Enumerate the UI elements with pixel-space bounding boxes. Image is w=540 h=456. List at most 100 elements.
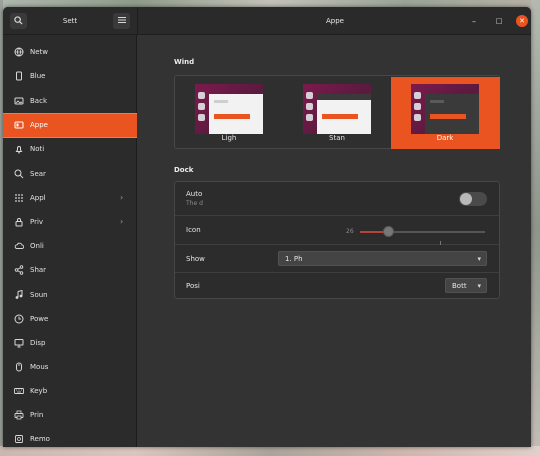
sidebar-item-appearance[interactable]: Appe [3, 113, 138, 138]
sidebar-item-applications[interactable]: Appl › [3, 187, 137, 209]
sidebar-item-label: Shar [30, 266, 47, 274]
dock-settings: Auto The d Icon 26 Show 1. Ph ▾ Posi Bot… [174, 181, 500, 299]
show-on-row: Show 1. Ph ▾ [175, 245, 499, 273]
removable-media-icon [14, 434, 24, 444]
sidebar-item-bluetooth[interactable]: Blue [3, 65, 137, 87]
online-accounts-icon [14, 241, 24, 251]
sidebar-item-label: Powe [30, 315, 49, 323]
sidebar-item-network[interactable]: Netw [3, 41, 137, 63]
sidebar-item-background[interactable]: Back [3, 90, 137, 112]
sidebar-item-label: Mous [30, 363, 49, 371]
sidebar-item-sharing[interactable]: Shar [3, 259, 137, 281]
sidebar-item-label: Soun [30, 291, 48, 299]
minimize-button[interactable]: – [468, 15, 480, 27]
maximize-button[interactable]: □ [493, 15, 505, 27]
bluetooth-icon [14, 71, 24, 81]
show-on-dropdown[interactable]: 1. Ph ▾ [278, 251, 487, 266]
theme-option-dark[interactable]: Dark [391, 77, 500, 149]
theme-selector: Ligh Stan Dark [174, 75, 500, 149]
window-colors-title: Wind [174, 58, 195, 66]
show-on-label: Show [186, 255, 205, 263]
theme-label-light: Ligh [221, 134, 237, 142]
applications-icon [14, 193, 24, 203]
theme-preview-standard [303, 84, 371, 134]
auto-hide-row: Auto The d [175, 182, 499, 216]
chevron-down-icon: ▾ [477, 255, 481, 263]
chevron-right-icon: › [120, 217, 124, 226]
close-icon: ✕ [519, 17, 525, 25]
maximize-icon: □ [495, 17, 503, 25]
position-row: Posi Bott ▾ [175, 273, 499, 300]
sidebar-item-privacy[interactable]: Priv › [3, 211, 137, 233]
sidebar-item-label: Noti [30, 145, 45, 153]
sidebar-item-sound[interactable]: Soun [3, 284, 137, 306]
position-label: Posi [186, 282, 200, 290]
theme-option-light[interactable]: Ligh [175, 77, 283, 149]
keyboard-icon [14, 386, 24, 396]
sidebar: Netw Blue Back Appe Noti Sear Appl › Pri… [3, 35, 138, 447]
sidebar-header: Sett [3, 7, 137, 35]
search-icon [14, 169, 24, 179]
power-icon [14, 314, 24, 324]
sidebar-item-label: Blue [30, 72, 46, 80]
printers-icon [14, 410, 24, 420]
theme-preview-dark [411, 84, 479, 134]
chevron-down-icon: ▾ [477, 282, 481, 290]
theme-option-standard[interactable]: Stan [283, 77, 391, 149]
slider-handle[interactable] [383, 226, 394, 237]
sharing-icon [14, 265, 24, 275]
desktop-background [0, 0, 540, 7]
sidebar-item-displays[interactable]: Disp [3, 332, 137, 354]
sound-icon [14, 290, 24, 300]
appearance-icon [14, 120, 24, 130]
icon-size-slider[interactable] [360, 226, 485, 237]
minimize-icon: – [472, 16, 476, 26]
sidebar-item-label: Sear [30, 170, 46, 178]
mouse-icon [14, 362, 24, 372]
network-icon [14, 47, 24, 57]
auto-hide-sublabel: The d [186, 200, 203, 207]
hamburger-menu-icon [117, 16, 126, 26]
notifications-icon [14, 144, 24, 154]
desktop-background-bottom [0, 446, 540, 456]
sidebar-item-label: Keyb [30, 387, 48, 395]
sidebar-item-online-accounts[interactable]: Onli [3, 235, 137, 257]
sidebar-item-label: Netw [30, 48, 49, 56]
privacy-icon [14, 217, 24, 227]
theme-preview-light [195, 84, 263, 134]
sidebar-item-label: Back [30, 97, 47, 105]
main-header: Appe – □ ✕ [137, 7, 531, 35]
appearance-panel: Wind Ligh Stan Dark Dock Auto The d Icon… [137, 35, 531, 447]
chevron-right-icon: › [120, 193, 124, 202]
menu-button[interactable] [113, 13, 130, 29]
icon-size-label: Icon [186, 226, 201, 234]
settings-window: Sett Appe – □ ✕ Netw Blue Back Appe Noti… [3, 7, 531, 447]
sidebar-item-label: Onli [30, 242, 44, 250]
close-button[interactable]: ✕ [516, 15, 528, 27]
sidebar-item-label: Appl [30, 194, 46, 202]
sidebar-item-keyboard[interactable]: Keyb [3, 380, 137, 402]
sidebar-item-label: Prin [30, 411, 44, 419]
background-icon [14, 96, 24, 106]
sidebar-item-search[interactable]: Sear [3, 163, 137, 185]
desktop-background-right [531, 0, 540, 456]
theme-label-dark: Dark [436, 134, 454, 142]
sidebar-item-power[interactable]: Powe [3, 308, 137, 330]
sidebar-item-label: Disp [30, 339, 46, 347]
displays-icon [14, 338, 24, 348]
icon-size-value: 26 [346, 228, 354, 235]
sidebar-item-printers[interactable]: Prin [3, 404, 137, 426]
sidebar-item-label: Priv [30, 218, 44, 226]
dock-title: Dock [174, 166, 194, 174]
sidebar-item-mouse[interactable]: Mous [3, 356, 137, 378]
show-on-value: 1. Ph [285, 255, 303, 263]
theme-label-standard: Stan [329, 134, 345, 142]
sidebar-item-label: Appe [30, 121, 48, 129]
position-value: Bott [452, 282, 467, 290]
position-dropdown[interactable]: Bott ▾ [445, 278, 487, 293]
sidebar-item-removable-media[interactable]: Remo [3, 428, 137, 447]
sidebar-item-notifications[interactable]: Noti [3, 138, 137, 160]
auto-hide-toggle[interactable] [459, 192, 487, 206]
icon-size-row: Icon 26 [175, 216, 499, 245]
auto-hide-label: Auto [186, 190, 203, 198]
